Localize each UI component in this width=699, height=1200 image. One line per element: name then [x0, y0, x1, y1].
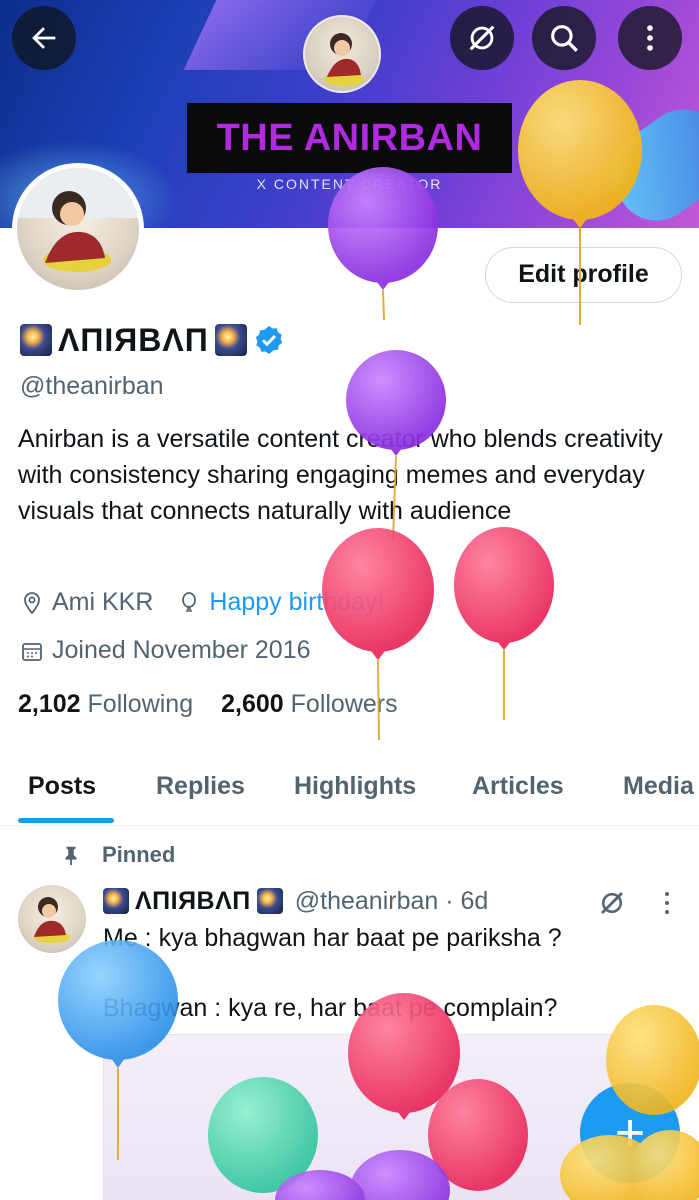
banner-neon-shape: [595, 93, 699, 228]
post-author-avatar[interactable]: [18, 885, 86, 953]
calendar-icon: [22, 642, 42, 661]
more-button[interactable]: [618, 6, 682, 70]
profile-avatar[interactable]: [12, 163, 144, 295]
post-header: ΛПIЯBΛП @theanirban · 6d: [103, 883, 488, 919]
meta-location-row: Ami KKR Happy birthday!: [20, 588, 385, 617]
followers-link[interactable]: 2,600 Followers: [221, 690, 398, 719]
following-link[interactable]: 2,102 Following: [18, 690, 193, 719]
tab-highlights[interactable]: Highlights: [294, 772, 416, 801]
tab-articles[interactable]: Articles: [472, 772, 564, 801]
grok-slash-icon: [469, 25, 495, 51]
arrow-left-icon: [32, 27, 56, 49]
edit-profile-button[interactable]: Edit profile: [485, 247, 682, 303]
profile-handle: @theanirban: [20, 372, 164, 400]
active-tab-indicator: [18, 818, 114, 823]
following-count: 2,102: [18, 690, 81, 718]
sparkler-emoji-icon: [20, 324, 52, 356]
profile-bio: Anirban is a versatile content creator w…: [18, 425, 663, 525]
banner-avatar-illustration: [303, 15, 381, 93]
pin-icon: [65, 846, 77, 866]
tab-posts[interactable]: Posts: [28, 772, 96, 801]
back-button[interactable]: [12, 6, 76, 70]
meta-joined-row: Joined November 2016: [20, 636, 311, 665]
vertical-ellipsis-icon: [647, 25, 653, 51]
display-name-row: ΛПIЯBΛП: [20, 320, 285, 360]
compose-post-button[interactable]: +: [580, 1083, 680, 1183]
post-text-line-2: Bhagwan : kya re, har baat pe complain?: [103, 994, 558, 1022]
verified-badge-icon[interactable]: [253, 324, 285, 356]
followers-count: 2,600: [221, 690, 284, 718]
sparkler-emoji-icon: [256, 888, 283, 914]
balloon-icon: [182, 591, 197, 612]
followers-label: Followers: [290, 690, 398, 718]
grok-button[interactable]: [450, 6, 514, 70]
location-pin-icon: [24, 591, 40, 614]
follow-stats: 2,102 Following 2,600 Followers: [18, 690, 398, 719]
post-author-handle[interactable]: @theanirban · 6d: [295, 887, 489, 916]
profile-tabs: Posts Replies Highlights Articles Media: [0, 760, 699, 826]
birthday-link[interactable]: Happy birthday!: [209, 588, 384, 617]
search-button[interactable]: [532, 6, 596, 70]
post-author-name[interactable]: ΛПIЯBΛП: [135, 887, 251, 916]
grok-slash-icon[interactable]: [597, 888, 627, 918]
post-more-icon[interactable]: [655, 888, 679, 918]
joined-text: Joined November 2016: [52, 636, 311, 664]
location-text: Ami KKR: [52, 588, 154, 616]
banner-subtitle: X CONTENT CREATOR: [256, 176, 443, 192]
pinned-indicator: Pinned: [60, 842, 175, 868]
banner-title: THE ANIRBAN: [216, 117, 483, 159]
search-icon: [551, 25, 578, 52]
post-text-line-1: Me : kya bhagwan har baat pe pariksha ?: [103, 924, 562, 952]
balloon: [454, 527, 554, 720]
sparkler-emoji-icon: [214, 324, 247, 356]
banner-title-box: THE ANIRBAN: [187, 103, 512, 173]
tab-media[interactable]: Media: [623, 772, 694, 801]
display-name: ΛПIЯBΛП: [58, 321, 209, 358]
pinned-label: Pinned: [102, 842, 176, 867]
sparkler-emoji-icon: [103, 888, 129, 914]
following-label: Following: [87, 690, 194, 718]
tab-replies[interactable]: Replies: [156, 772, 245, 801]
